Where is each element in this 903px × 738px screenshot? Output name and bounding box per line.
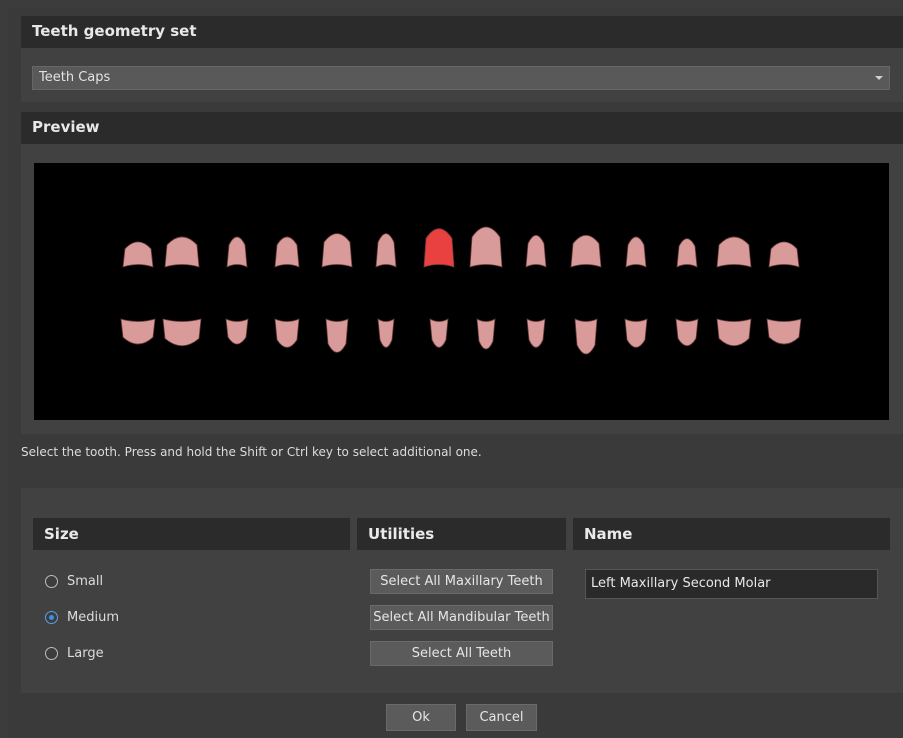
lower-tooth-7[interactable] bbox=[429, 318, 449, 348]
select-all-mandibular-button[interactable]: Select All Mandibular Teeth bbox=[370, 605, 553, 630]
geometry-set-value: Teeth Caps bbox=[39, 70, 111, 85]
size-option-small[interactable]: Small bbox=[45, 574, 103, 589]
lower-tooth-2[interactable] bbox=[162, 318, 202, 347]
geometry-set-header: Teeth geometry set bbox=[21, 16, 903, 48]
ok-button[interactable]: Ok bbox=[386, 704, 456, 731]
geometry-set-combo[interactable]: Teeth Caps bbox=[32, 66, 890, 90]
utilities-header: Utilities bbox=[357, 518, 566, 550]
lower-tooth-5[interactable] bbox=[325, 318, 349, 353]
upper-tooth-5[interactable] bbox=[321, 233, 353, 268]
name-header: Name bbox=[573, 518, 890, 550]
lower-tooth-4[interactable] bbox=[274, 318, 300, 348]
size-header: Size bbox=[33, 518, 350, 550]
lower-tooth-9[interactable] bbox=[526, 318, 546, 348]
tooth-name-field[interactable]: Left Maxillary Second Molar bbox=[585, 569, 878, 599]
upper-tooth-7[interactable] bbox=[423, 228, 455, 268]
chevron-down-icon bbox=[875, 76, 883, 80]
lower-tooth-3[interactable] bbox=[225, 318, 249, 345]
radio-large[interactable] bbox=[45, 647, 58, 660]
upper-tooth-6[interactable] bbox=[375, 233, 397, 268]
preview-header: Preview bbox=[21, 112, 903, 144]
upper-tooth-1[interactable] bbox=[122, 241, 154, 268]
size-option-label: Large bbox=[67, 646, 104, 661]
radio-medium[interactable] bbox=[45, 611, 58, 624]
lower-tooth-13[interactable] bbox=[716, 318, 752, 347]
lower-tooth-6[interactable] bbox=[377, 318, 395, 348]
size-option-label: Small bbox=[67, 574, 104, 589]
size-option-medium[interactable]: Medium bbox=[45, 610, 119, 625]
radio-small[interactable] bbox=[45, 575, 58, 588]
upper-tooth-8[interactable] bbox=[469, 226, 503, 268]
select-all-maxillary-button[interactable]: Select All Maxillary Teeth bbox=[370, 569, 553, 594]
size-option-large[interactable]: Large bbox=[45, 646, 104, 661]
upper-tooth-9[interactable] bbox=[525, 234, 547, 268]
geometry-set-panel: Teeth geometry set Teeth Caps bbox=[21, 16, 903, 102]
upper-tooth-13[interactable] bbox=[716, 236, 752, 268]
upper-tooth-11[interactable] bbox=[625, 236, 647, 268]
lower-tooth-11[interactable] bbox=[624, 318, 648, 348]
upper-tooth-3[interactable] bbox=[226, 236, 248, 268]
upper-tooth-2[interactable] bbox=[164, 236, 200, 268]
selection-hint: Select the tooth. Press and hold the Shi… bbox=[21, 445, 482, 459]
lower-tooth-1[interactable] bbox=[120, 318, 156, 345]
upper-tooth-4[interactable] bbox=[274, 236, 300, 268]
cancel-button[interactable]: Cancel bbox=[466, 704, 537, 731]
lower-tooth-14[interactable] bbox=[766, 318, 802, 345]
select-all-teeth-button[interactable]: Select All Teeth bbox=[370, 641, 553, 666]
upper-tooth-10[interactable] bbox=[570, 234, 602, 268]
teeth-preview-canvas[interactable] bbox=[34, 163, 889, 420]
lower-tooth-8[interactable] bbox=[476, 318, 496, 350]
teeth-preview-viewport[interactable] bbox=[34, 163, 889, 420]
upper-tooth-12[interactable] bbox=[676, 238, 698, 268]
size-option-label: Medium bbox=[67, 610, 119, 625]
lower-tooth-12[interactable] bbox=[675, 318, 699, 347]
upper-tooth-14[interactable] bbox=[768, 241, 800, 268]
preview-panel: Preview bbox=[21, 112, 903, 434]
lower-tooth-10[interactable] bbox=[574, 318, 598, 355]
